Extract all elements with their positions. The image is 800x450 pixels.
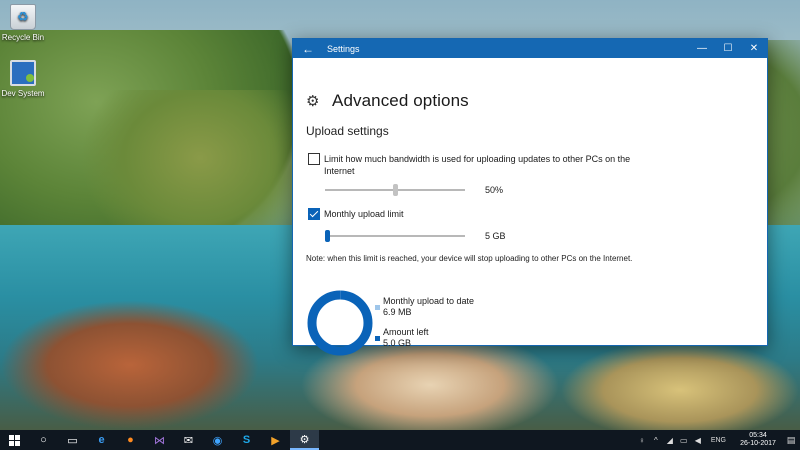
desktop-icon-label: Recycle Bin — [1, 33, 45, 42]
uploaded-legend: Monthly upload to date 6.9 MB — [383, 296, 474, 318]
clock-time: 05:34 — [749, 432, 767, 439]
people-icon[interactable]: ♀ — [635, 436, 649, 445]
taskbar-firefox[interactable]: ● — [116, 430, 145, 450]
show-hidden-icons-chevron-icon[interactable]: ^ — [649, 436, 663, 445]
task-view-button[interactable]: ▭ — [58, 430, 87, 450]
skype-icon: S — [242, 434, 251, 446]
cortana-button[interactable]: ○ — [29, 430, 58, 450]
upload-usage-donut — [307, 290, 373, 356]
page-title: Advanced options — [332, 91, 469, 110]
minimize-icon: — — [697, 43, 707, 54]
desktop-icon-label: Dev System — [1, 89, 45, 98]
start-button[interactable] — [0, 430, 29, 450]
minimize-button[interactable]: — — [689, 39, 715, 58]
monthly-upload-slider[interactable] — [325, 230, 465, 242]
network-icon[interactable]: ◢ — [663, 436, 677, 445]
cortana-icon: ○ — [40, 434, 47, 446]
bandwidth-slider-thumb[interactable] — [393, 184, 398, 196]
taskbar-visual-studio[interactable]: ⋈ — [145, 430, 174, 450]
monthly-upload-limit-checkbox[interactable] — [308, 208, 320, 220]
back-button[interactable]: ← — [293, 39, 323, 58]
close-icon: ✕ — [749, 43, 759, 54]
uploaded-value: 6.9 MB — [383, 307, 412, 317]
donut-amount-left-ring — [307, 290, 373, 356]
bandwidth-slider-fill — [325, 189, 395, 191]
section-title: Upload settings — [306, 124, 389, 138]
close-button[interactable]: ✕ — [741, 39, 767, 58]
recycle-bin-icon — [10, 4, 36, 30]
amount-left-legend: Amount left 5.0 GB — [383, 327, 429, 349]
gear-icon: ⚙ — [306, 93, 320, 110]
task-view-icon: ▭ — [67, 434, 78, 447]
start-icon — [9, 434, 20, 446]
back-arrow-icon: ← — [302, 41, 314, 56]
taskbar: ○ ▭ e ● ⋈ ✉ ◉ S ▶ ⚙ ♀ ^ ◢ ▭ ◀ ENG 05:34 … — [0, 430, 800, 450]
monthly-upload-limit-label: Monthly upload limit — [324, 209, 404, 219]
volume-icon[interactable]: ◀ — [691, 436, 705, 445]
bandwidth-limit-label: Limit how much bandwidth is used for upl… — [324, 154, 631, 176]
clock-date: 26-10-2017 — [740, 440, 776, 447]
amount-left-value: 5.0 GB — [383, 338, 412, 348]
clock[interactable]: 05:34 26-10-2017 — [732, 432, 784, 448]
system-tray: ♀ ^ ◢ ▭ ◀ ENG 05:34 26-10-2017 ▤ — [635, 430, 800, 450]
uploaded-swatch — [375, 305, 380, 310]
taskbar-mail[interactable]: ✉ — [174, 430, 203, 450]
monthly-value: 5 GB — [485, 231, 506, 241]
firefox-icon: ● — [127, 434, 134, 446]
media-player-icon: ▶ — [271, 434, 280, 447]
taskbar-teamviewer[interactable]: ◉ — [203, 430, 232, 450]
computer-icon — [10, 60, 36, 86]
window-titlebar[interactable]: ← Settings — ☐ ✕ — [293, 39, 767, 58]
teamviewer-icon: ◉ — [212, 434, 223, 447]
taskbar-media-player[interactable]: ▶ — [261, 430, 290, 450]
bandwidth-limit-checkbox[interactable] — [308, 153, 320, 165]
settings-icon: ⚙ — [299, 433, 310, 446]
settings-content: ⚙ Advanced options Upload settings Limit… — [293, 58, 767, 356]
maximize-icon: ☐ — [723, 43, 733, 54]
bandwidth-slider[interactable] — [325, 184, 465, 196]
uploaded-label: Monthly upload to date — [383, 296, 475, 306]
taskbar-settings[interactable]: ⚙ — [290, 430, 319, 450]
mail-icon: ✉ — [183, 434, 194, 447]
bandwidth-value: 50% — [485, 185, 504, 195]
desktop-icon-dev-system[interactable]: Dev System — [0, 60, 46, 98]
settings-window: ← Settings — ☐ ✕ ⚙ Advanced options Uplo… — [292, 38, 768, 356]
maximize-button[interactable]: ☐ — [715, 39, 741, 58]
amount-left-swatch — [375, 336, 380, 341]
visual-studio-icon: ⋈ — [154, 434, 165, 447]
monthly-slider-thumb[interactable] — [325, 230, 330, 242]
amount-left-label: Amount left — [383, 327, 429, 337]
taskbar-edge[interactable]: e — [87, 430, 116, 450]
taskbar-skype[interactable]: S — [232, 430, 261, 450]
limit-note: Note: when this limit is reached, your d… — [306, 254, 633, 263]
page-header: ⚙ Advanced options — [306, 91, 469, 111]
language-indicator[interactable]: ENG — [711, 437, 726, 444]
battery-icon[interactable]: ▭ — [677, 436, 691, 445]
action-center-icon[interactable]: ▤ — [784, 435, 798, 446]
edge-icon: e — [98, 434, 105, 446]
window-title: Settings — [327, 43, 360, 54]
desktop-icon-recycle-bin[interactable]: Recycle Bin — [0, 4, 46, 42]
